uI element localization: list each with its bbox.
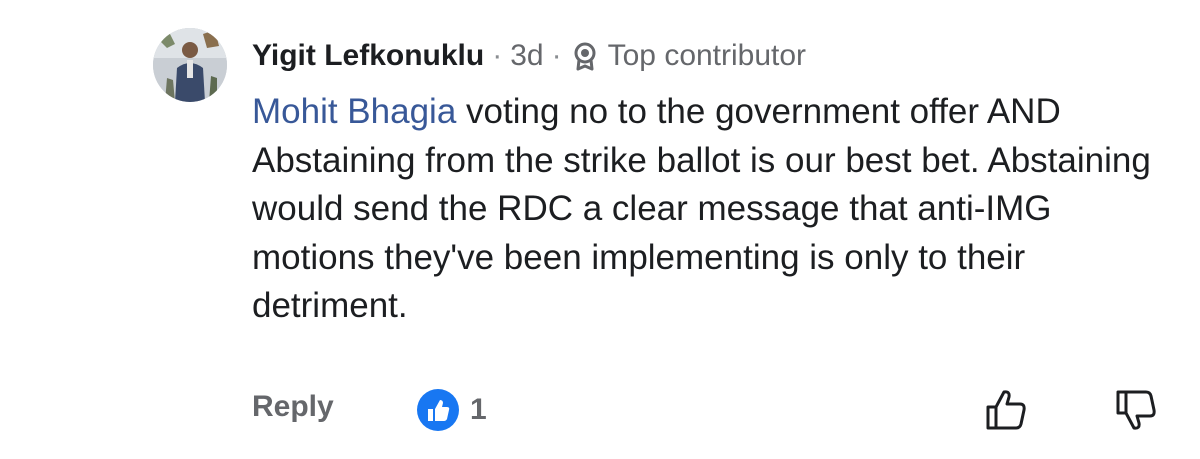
like-count: 1 bbox=[470, 393, 487, 426]
comment-actions: Reply 1 bbox=[252, 386, 1182, 432]
like-reaction-icon bbox=[416, 388, 460, 432]
avatar[interactable] bbox=[153, 28, 227, 102]
separator-dot: · bbox=[492, 39, 503, 72]
comment-body: Mohit Bhagia voting no to the government… bbox=[252, 88, 1182, 331]
reply-button[interactable]: Reply bbox=[252, 390, 334, 424]
avatar-photo bbox=[153, 28, 227, 102]
author-name[interactable]: Yigit Lefkonuklu bbox=[252, 39, 484, 73]
thumbs-down-icon[interactable] bbox=[1112, 386, 1160, 434]
mention-link[interactable]: Mohit Bhagia bbox=[252, 92, 456, 131]
top-contributor-badge-icon bbox=[570, 41, 600, 71]
comment-header: Yigit Lefkonuklu · 3d · Top contributor bbox=[252, 30, 1182, 82]
comment: Yigit Lefkonuklu · 3d · Top contributor … bbox=[252, 30, 1182, 331]
comment-time[interactable]: 3d bbox=[510, 39, 543, 73]
top-contributor-label: Top contributor bbox=[607, 39, 807, 72]
thumbs-up-icon[interactable] bbox=[982, 386, 1030, 434]
reaction-summary[interactable]: 1 bbox=[416, 388, 487, 432]
separator-dot: · bbox=[551, 39, 562, 72]
